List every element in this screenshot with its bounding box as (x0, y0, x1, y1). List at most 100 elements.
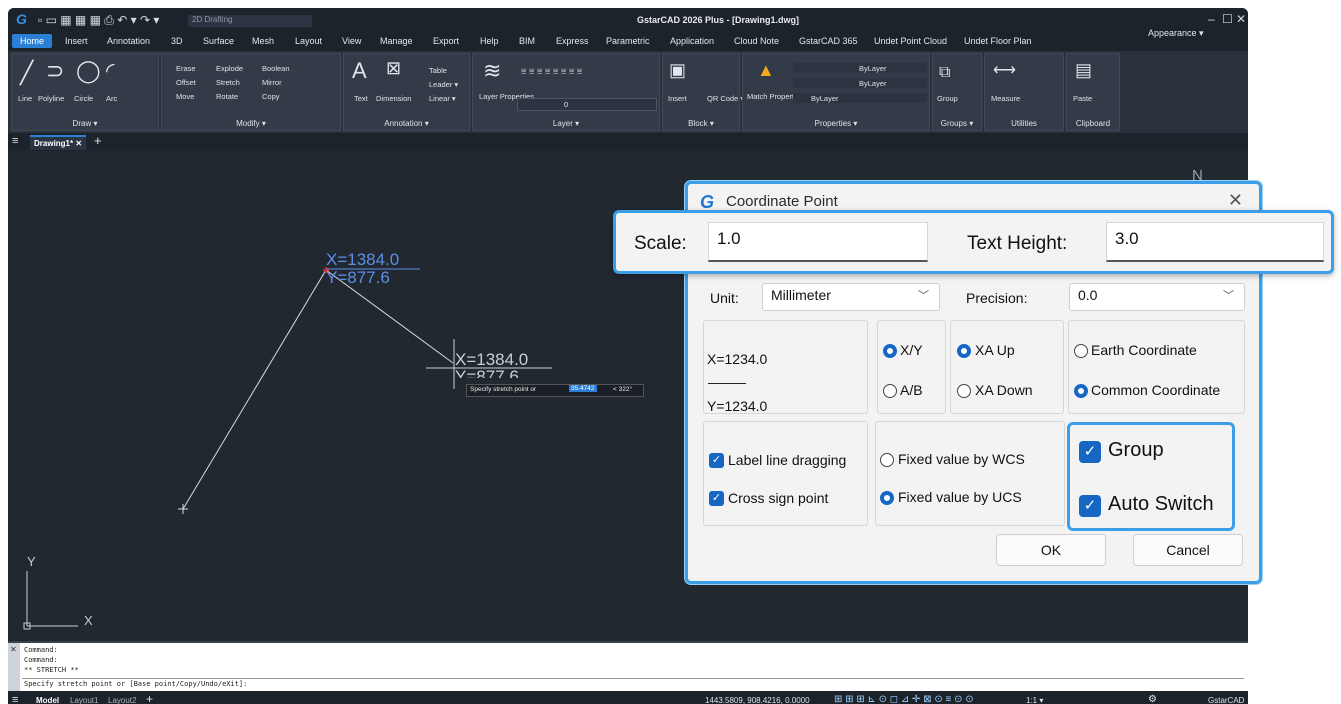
arc-icon[interactable]: ◜ (106, 58, 115, 84)
tab-express[interactable]: Express (556, 36, 589, 46)
tab-3d[interactable]: 3D (171, 36, 183, 46)
cross-sign-point-label[interactable]: Cross sign point (728, 490, 828, 506)
unit-select[interactable]: Millimeter ﹀ (762, 283, 940, 311)
qr-code-label[interactable]: QR Code ▾ (707, 94, 744, 103)
close-button[interactable]: ✕ (1236, 12, 1246, 26)
radio-fixed-ucs[interactable] (880, 491, 894, 505)
layer-select[interactable]: 0 (517, 98, 657, 111)
measure-icon[interactable]: ⟷ (993, 60, 1016, 80)
group-label[interactable]: Group (1108, 439, 1164, 462)
linetype-select[interactable]: ByLayer (793, 78, 927, 88)
workspace-select[interactable]: 2D Drafting (188, 15, 312, 27)
maximize-button[interactable]: ☐ (1222, 12, 1233, 26)
tab-layout[interactable]: Layout (295, 36, 322, 46)
cancel-button[interactable]: Cancel (1133, 534, 1243, 566)
stretch-button[interactable]: Stretch (216, 78, 240, 87)
radio-ab-label[interactable]: A/B (900, 382, 923, 398)
copy-button[interactable]: Copy (262, 92, 280, 101)
panel-groups-title[interactable]: Groups ▾ (933, 119, 981, 128)
tab-annotation[interactable]: Annotation (107, 36, 150, 46)
tab-view[interactable]: View (342, 36, 361, 46)
offset-button[interactable]: Offset (176, 78, 196, 87)
arc-label[interactable]: Arc (106, 94, 117, 103)
line-label[interactable]: Line (18, 94, 32, 103)
tab-surface[interactable]: Surface (203, 36, 234, 46)
table-button[interactable]: Table (429, 66, 447, 75)
text-icon[interactable]: A (352, 58, 367, 84)
precision-select[interactable]: 0.0 ﹀ (1069, 283, 1245, 311)
ok-button[interactable]: OK (996, 534, 1106, 566)
dimension-icon[interactable]: ⊠ (386, 58, 401, 79)
command-window[interactable]: ✕ Command: Command: ** STRETCH ** Specif… (8, 641, 1248, 693)
radio-fixed-wcs-label[interactable]: Fixed value by WCS (898, 451, 1025, 467)
radio-earth-coordinate-label[interactable]: Earth Coordinate (1091, 342, 1197, 358)
tab-export[interactable]: Export (433, 36, 459, 46)
checkbox-auto-switch[interactable]: ✓ (1079, 495, 1101, 517)
text-label[interactable]: Text (354, 94, 368, 103)
checkbox-cross-sign-point[interactable]: ✓ (709, 491, 724, 506)
panel-draw-title[interactable]: Draw ▾ (12, 119, 158, 128)
quick-access-toolbar[interactable]: ▫ ▭ ▦ ▦ ▦ ⎙ ↶ ▾ ↷ ▾ (38, 13, 159, 28)
measure-label[interactable]: Measure (991, 94, 1020, 103)
tab-layout1[interactable]: Layout1 (70, 696, 98, 704)
polyline-label[interactable]: Polyline (38, 94, 64, 103)
mirror-button[interactable]: Mirror (262, 78, 282, 87)
leader-button[interactable]: Leader ▾ (429, 80, 458, 89)
tab-application[interactable]: Application (670, 36, 714, 46)
polyline-icon[interactable]: ⊃ (46, 58, 64, 84)
radio-xy-label[interactable]: X/Y (900, 342, 923, 358)
dialog-close-icon[interactable]: ✕ (1228, 190, 1243, 211)
dimension-label[interactable]: Dimension (376, 94, 411, 103)
tab-insert[interactable]: Insert (65, 36, 88, 46)
doc-tab-drawing1[interactable]: Drawing1* ✕ (30, 135, 87, 150)
close-icon[interactable]: ✕ (75, 139, 82, 148)
radio-ab[interactable] (883, 384, 897, 398)
tab-layout2[interactable]: Layout2 (108, 696, 136, 704)
tab-help[interactable]: Help (480, 36, 499, 46)
panel-block-title[interactable]: Block ▾ (663, 119, 739, 128)
add-tab-icon[interactable]: + (94, 133, 102, 148)
color-select[interactable]: ByLayer (793, 63, 927, 73)
panel-layer-title[interactable]: Layer ▾ (473, 119, 659, 128)
dynamic-input-tooltip[interactable]: Specify stretch point or 35.4742 < 322° (466, 384, 644, 397)
tab-gstarcad-365[interactable]: GstarCAD 365 (799, 36, 858, 46)
minimize-button[interactable]: – (1208, 12, 1215, 26)
boolean-button[interactable]: Boolean (262, 64, 290, 73)
scale-input[interactable]: 1.0 (708, 222, 928, 262)
circle-icon[interactable]: ◯ (76, 58, 101, 84)
linear-button[interactable]: Linear ▾ (429, 94, 456, 103)
panel-properties-title[interactable]: Properties ▾ (743, 119, 929, 128)
move-button[interactable]: Move (176, 92, 194, 101)
tab-undet-point-cloud[interactable]: Undet Point Cloud (874, 36, 947, 46)
radio-xa-up[interactable] (957, 344, 971, 358)
erase-button[interactable]: Erase (176, 64, 196, 73)
paste-icon[interactable]: ▤ (1075, 60, 1092, 81)
tab-model[interactable]: Model (36, 696, 59, 704)
layer-tools-icon[interactable]: ⩸ ⩸ ⩸ ⩸ ⩸ ⩸ ⩸ ⩸ (521, 66, 582, 77)
insert-label[interactable]: Insert (668, 94, 687, 103)
insert-icon[interactable]: ▣ (669, 60, 686, 81)
checkbox-group[interactable]: ✓ (1079, 441, 1101, 463)
radio-fixed-ucs-label[interactable]: Fixed value by UCS (898, 489, 1022, 505)
tab-undet-floor-plan[interactable]: Undet Floor Plan (964, 36, 1032, 46)
radio-common-coordinate-label[interactable]: Common Coordinate (1091, 382, 1220, 398)
panel-modify-title[interactable]: Modify ▾ (162, 119, 340, 128)
rotate-button[interactable]: Rotate (216, 92, 238, 101)
settings-gear-icon[interactable]: ⚙ (1148, 694, 1157, 704)
panel-annotation-title[interactable]: Annotation ▾ (344, 119, 469, 128)
panel-clipboard-title[interactable]: Clipboard (1067, 119, 1119, 128)
auto-switch-label[interactable]: Auto Switch (1108, 493, 1214, 516)
panel-utilities-title[interactable]: Utilities (985, 119, 1063, 128)
add-layout-icon[interactable]: + (146, 692, 153, 704)
lineweight-select[interactable]: ByLayer (793, 93, 927, 103)
explode-button[interactable]: Explode (216, 64, 243, 73)
layer-properties-icon[interactable]: ≋ (483, 58, 501, 84)
radio-xy[interactable] (883, 344, 897, 358)
command-input[interactable]: Specify stretch point or [Base point/Cop… (22, 678, 1244, 690)
paste-label[interactable]: Paste (1073, 94, 1092, 103)
radio-earth-coordinate[interactable] (1074, 344, 1088, 358)
tab-mesh[interactable]: Mesh (252, 36, 274, 46)
annotation-scale[interactable]: 1:1 ▾ (1026, 696, 1043, 704)
radio-xa-down[interactable] (957, 384, 971, 398)
menu-icon[interactable]: ≡ (12, 135, 18, 147)
